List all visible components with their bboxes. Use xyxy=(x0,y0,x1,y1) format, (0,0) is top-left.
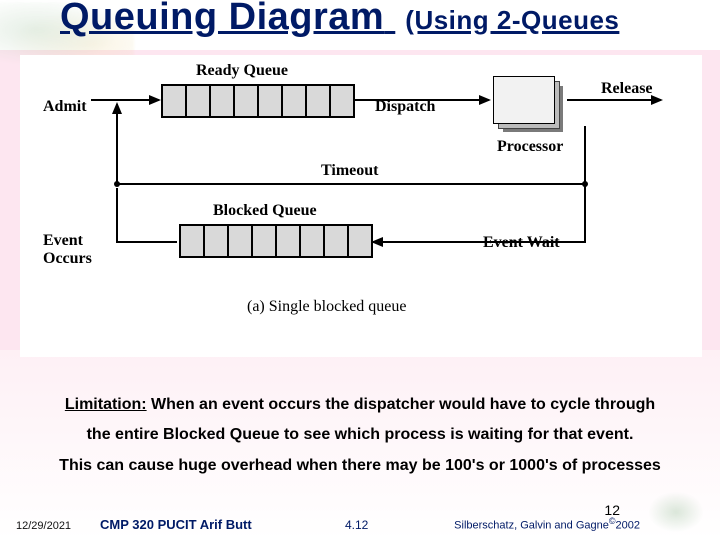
title-main: Queuing Diagram xyxy=(60,0,384,38)
queuing-diagram: Admit Ready Queue Dispatch Processor Rel… xyxy=(20,55,702,357)
footer-course: CMP 320 PUCIT Arif Butt xyxy=(100,517,252,532)
footer-credits-pre: Silberschatz, Galvin and Gagne xyxy=(454,520,609,532)
copyright-icon: © xyxy=(609,516,616,526)
limitation-line1: When an event occurs the dispatcher woul… xyxy=(147,396,656,413)
limitation-line3: This can cause huge overhead when there … xyxy=(59,457,661,474)
limitation-label: Limitation: xyxy=(65,396,147,413)
limitation-paragraph: Limitation: When an event occurs the dis… xyxy=(10,390,710,481)
limitation-line2: the entire Blocked Queue to see which pr… xyxy=(87,426,634,443)
slide: Queuing Diagram (Using 2-Queues Admit Re… xyxy=(0,0,720,540)
title-sub: (Using 2-Queues xyxy=(405,5,619,35)
diagram-arrows xyxy=(21,56,701,356)
footer-credits-post: 2002 xyxy=(616,520,640,532)
footer-date: 12/29/2021 xyxy=(16,520,71,532)
page-title: Queuing Diagram (Using 2-Queues xyxy=(60,0,619,39)
footer-credits: Silberschatz, Galvin and Gagne©2002 xyxy=(454,516,640,532)
footer-page: 4.12 xyxy=(345,518,368,532)
footer: 12 12/29/2021 CMP 320 PUCIT Arif Butt 4.… xyxy=(0,504,720,534)
